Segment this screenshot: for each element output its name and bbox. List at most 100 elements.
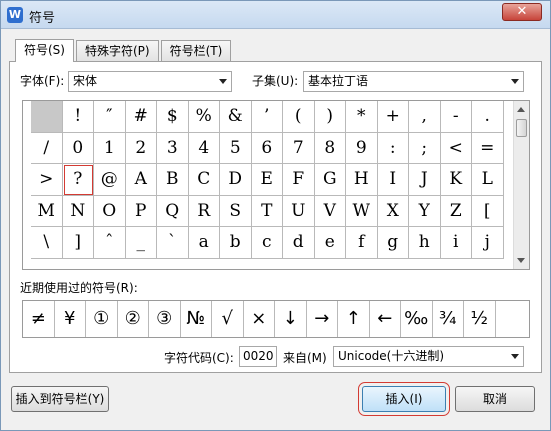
symbol-cell[interactable]: i bbox=[440, 227, 472, 259]
symbol-cell[interactable]: a bbox=[188, 227, 220, 259]
symbol-cell[interactable]: + bbox=[377, 101, 409, 133]
symbol-cell[interactable]: A bbox=[125, 164, 157, 196]
symbol-cell[interactable]: h bbox=[409, 227, 441, 259]
symbol-cell[interactable]: W bbox=[346, 195, 378, 227]
symbol-cell[interactable]: % bbox=[188, 101, 220, 133]
recent-symbol-cell[interactable]: № bbox=[181, 301, 212, 337]
symbol-cell[interactable]: N bbox=[62, 195, 94, 227]
symbol-grid-scrollbar[interactable] bbox=[513, 101, 529, 269]
scroll-up-icon[interactable] bbox=[517, 107, 525, 112]
symbol-cell[interactable]: - bbox=[440, 101, 472, 133]
symbol-cell[interactable]: Q bbox=[157, 195, 189, 227]
symbol-cell[interactable]: F bbox=[283, 164, 315, 196]
symbol-cell[interactable]: j bbox=[472, 227, 504, 259]
symbol-cell[interactable]: S bbox=[220, 195, 252, 227]
symbol-cell[interactable]: < bbox=[440, 132, 472, 164]
symbol-cell[interactable]: = bbox=[472, 132, 504, 164]
recent-symbol-cell[interactable]: × bbox=[244, 301, 275, 337]
symbol-cell[interactable]: M bbox=[31, 195, 63, 227]
symbol-cell[interactable]: 6 bbox=[251, 132, 283, 164]
symbol-cell[interactable]: ″ bbox=[94, 101, 126, 133]
recent-symbol-cell[interactable]: ‰ bbox=[401, 301, 433, 337]
tab-symbol-bar[interactable]: 符号栏(T) bbox=[160, 40, 232, 61]
insert-button[interactable]: 插入(I) bbox=[358, 382, 450, 416]
tab-special-characters[interactable]: 特殊字符(P) bbox=[75, 40, 159, 61]
insert-to-symbol-bar-button[interactable]: 插入到符号栏(Y) bbox=[11, 386, 109, 412]
recent-symbol-cell[interactable]: ③ bbox=[149, 301, 181, 337]
symbol-cell[interactable]: E bbox=[251, 164, 283, 196]
symbol-cell[interactable]: e bbox=[314, 227, 346, 259]
symbol-cell[interactable]: C bbox=[188, 164, 220, 196]
recent-symbol-cell[interactable]: ← bbox=[370, 301, 401, 337]
cancel-button[interactable]: 取消 bbox=[455, 386, 535, 412]
symbol-cell[interactable]: f bbox=[346, 227, 378, 259]
symbol-cell[interactable]: 3 bbox=[157, 132, 189, 164]
symbol-cell[interactable]: 0 bbox=[62, 132, 94, 164]
close-button[interactable]: ✕ bbox=[502, 3, 542, 21]
symbol-cell[interactable]: O bbox=[94, 195, 126, 227]
symbol-cell[interactable]: Y bbox=[409, 195, 441, 227]
symbol-cell[interactable]: I bbox=[377, 164, 409, 196]
symbol-cell[interactable]: * bbox=[346, 101, 378, 133]
symbol-cell[interactable]: . bbox=[472, 101, 504, 133]
symbol-cell[interactable]: 5 bbox=[220, 132, 252, 164]
symbol-cell[interactable]: & bbox=[220, 101, 252, 133]
symbol-cell[interactable]: # bbox=[125, 101, 157, 133]
subset-select[interactable]: 基本拉丁语 bbox=[303, 71, 524, 92]
scroll-thumb[interactable] bbox=[516, 119, 527, 137]
symbol-cell[interactable]: \ bbox=[31, 227, 63, 259]
symbol-cell[interactable]: V bbox=[314, 195, 346, 227]
symbol-cell[interactable]: R bbox=[188, 195, 220, 227]
recent-symbol-cell[interactable]: ① bbox=[86, 301, 118, 337]
symbol-cell[interactable]: : bbox=[377, 132, 409, 164]
symbol-cell[interactable]: @ bbox=[94, 164, 126, 196]
symbol-cell[interactable]: ! bbox=[62, 101, 94, 133]
symbol-cell[interactable]: ; bbox=[409, 132, 441, 164]
symbol-cell[interactable]: c bbox=[251, 227, 283, 259]
font-select[interactable]: 宋体 bbox=[68, 71, 232, 92]
recent-symbol-cell[interactable]: ½ bbox=[464, 301, 496, 337]
symbol-cell[interactable]: > bbox=[31, 164, 63, 196]
symbol-cell[interactable]: H bbox=[346, 164, 378, 196]
symbol-cell[interactable]: [ bbox=[472, 195, 504, 227]
symbol-cell[interactable]: ] bbox=[62, 227, 94, 259]
symbol-cell[interactable]: ’ bbox=[251, 101, 283, 133]
from-select[interactable]: Unicode(十六进制) bbox=[333, 346, 524, 367]
recent-symbol-cell[interactable]: √ bbox=[212, 301, 244, 337]
recent-symbol-cell[interactable]: ↓ bbox=[275, 301, 307, 337]
symbol-cell[interactable]: T bbox=[251, 195, 283, 227]
symbol-cell[interactable]: B bbox=[157, 164, 189, 196]
recent-symbol-cell[interactable]: ↑ bbox=[338, 301, 370, 337]
symbol-cell[interactable]: Z bbox=[440, 195, 472, 227]
symbol-cell[interactable]: K bbox=[440, 164, 472, 196]
symbol-cell[interactable]: ) bbox=[314, 101, 346, 133]
symbol-cell[interactable]: _ bbox=[125, 227, 157, 259]
symbol-cell[interactable] bbox=[31, 101, 63, 133]
symbol-cell[interactable]: J bbox=[409, 164, 441, 196]
symbol-cell[interactable]: D bbox=[220, 164, 252, 196]
symbol-cell[interactable]: , bbox=[409, 101, 441, 133]
symbol-cell[interactable]: ( bbox=[283, 101, 315, 133]
symbol-cell[interactable]: g bbox=[377, 227, 409, 259]
recent-symbol-cell[interactable]: → bbox=[307, 301, 338, 337]
symbol-cell[interactable]: P bbox=[125, 195, 157, 227]
recent-symbol-cell[interactable]: ≠ bbox=[23, 301, 55, 337]
tab-symbols[interactable]: 符号(S) bbox=[15, 39, 74, 62]
symbol-cell-selected[interactable]: ? bbox=[62, 164, 94, 196]
scroll-down-icon[interactable] bbox=[517, 258, 525, 263]
symbol-cell[interactable]: G bbox=[314, 164, 346, 196]
recent-symbol-cell[interactable]: ¥ bbox=[55, 301, 86, 337]
symbol-cell[interactable]: X bbox=[377, 195, 409, 227]
symbol-cell[interactable]: ˆ bbox=[94, 227, 126, 259]
recent-symbol-cell[interactable]: ¾ bbox=[433, 301, 464, 337]
symbol-cell[interactable]: 1 bbox=[94, 132, 126, 164]
symbol-cell[interactable]: / bbox=[31, 132, 63, 164]
symbol-cell[interactable]: b bbox=[220, 227, 252, 259]
recent-symbol-cell[interactable]: ② bbox=[118, 301, 149, 337]
symbol-cell[interactable]: ` bbox=[157, 227, 189, 259]
symbol-cell[interactable]: $ bbox=[157, 101, 189, 133]
char-code-input[interactable]: 0020 bbox=[239, 346, 277, 367]
symbol-cell[interactable]: U bbox=[283, 195, 315, 227]
symbol-cell[interactable]: 8 bbox=[314, 132, 346, 164]
symbol-cell[interactable]: 4 bbox=[188, 132, 220, 164]
